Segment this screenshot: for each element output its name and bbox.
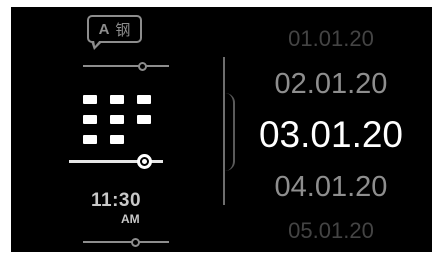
grid-cell — [110, 115, 124, 124]
language-cjk-char: 钢 — [115, 21, 131, 39]
time-hours-minutes: 11:30 — [91, 190, 142, 211]
settings-panel: A 钢 11:30 AM — [11, 7, 221, 252]
grid-cell — [110, 95, 124, 104]
grid-cell — [137, 95, 151, 104]
grid-slider-knob[interactable] — [137, 153, 152, 169]
time-ampm: AM — [121, 212, 140, 226]
language-slider[interactable] — [83, 61, 169, 71]
language-icon[interactable]: A 钢 — [87, 15, 142, 43]
time-slider-track — [83, 241, 169, 243]
date-item[interactable]: 02.01.20 — [231, 68, 431, 101]
grid-cell — [137, 115, 151, 124]
time-slider[interactable] — [83, 237, 169, 247]
date-picker-screen: A 钢 11:30 AM 01.01.20 02.01.20 03.01.20 … — [11, 7, 432, 252]
date-item[interactable]: 04.01.20 — [231, 171, 431, 204]
date-item-selected[interactable]: 03.01.20 — [231, 114, 431, 156]
speech-bubble-tail-inner — [94, 40, 100, 46]
grid-cell — [83, 95, 97, 104]
date-scroll-list[interactable]: 01.01.20 02.01.20 03.01.20 04.01.20 05.0… — [231, 7, 431, 252]
grid-slider[interactable] — [69, 151, 163, 171]
time-slider-knob[interactable] — [131, 237, 140, 247]
grid-cell — [110, 135, 124, 144]
grid-cell — [83, 135, 97, 144]
date-item[interactable]: 05.01.20 — [231, 218, 431, 244]
date-item[interactable]: 01.01.20 — [231, 26, 431, 52]
time-display[interactable]: 11:30 AM — [81, 190, 157, 230]
scroll-wheel-divider — [223, 57, 235, 205]
grid-layout-icon[interactable] — [83, 95, 155, 145]
grid-cell — [83, 115, 97, 124]
language-slider-knob[interactable] — [138, 61, 147, 71]
language-slider-track — [83, 65, 169, 67]
language-latin-letter: A — [98, 20, 110, 38]
